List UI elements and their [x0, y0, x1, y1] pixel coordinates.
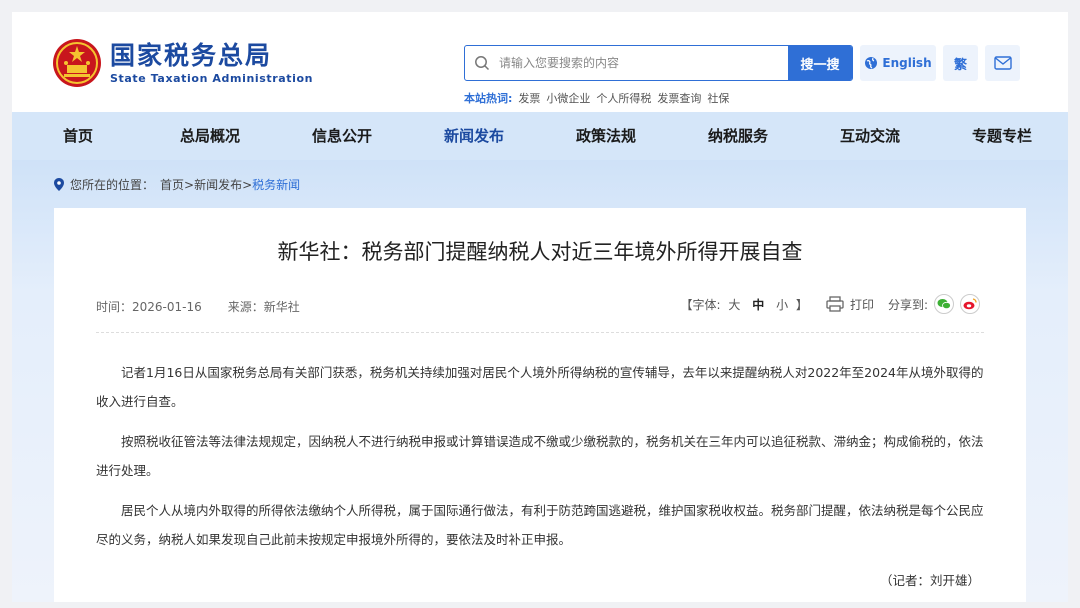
meta-divider	[96, 332, 984, 333]
header: 国家税务总局 State Taxation Administration 搜一搜…	[12, 12, 1068, 112]
traditional-chinese-button[interactable]: 繁	[943, 45, 978, 81]
search-button[interactable]: 搜一搜	[788, 46, 852, 80]
nav-item-overview[interactable]: 总局概况	[144, 112, 276, 160]
page: 国家税务总局 State Taxation Administration 搜一搜…	[12, 12, 1068, 602]
logo-title-cn: 国家税务总局	[110, 41, 273, 70]
article-tools: 【字体: 大 中 小 】 打印 分享到:	[681, 294, 980, 314]
publish-time: 时间：2026-01-16	[96, 300, 202, 314]
article-author: （记者：刘开雄）	[879, 573, 980, 588]
mail-icon	[993, 56, 1012, 70]
article-paragraph: 按照税收征管法等法律法规规定，因纳税人不进行纳税申报或计算错误造成不缴或少缴税款…	[96, 434, 984, 478]
nav-item-info-disclosure[interactable]: 信息公开	[276, 112, 408, 160]
globe-icon	[865, 57, 878, 69]
breadcrumb-prefix: 您所在的位置：	[70, 178, 155, 192]
font-size-small[interactable]: 小	[776, 298, 788, 312]
nav-item-home[interactable]: 首页	[12, 112, 144, 160]
mail-button[interactable]	[985, 45, 1020, 81]
hot-words-label: 本站热词:	[464, 92, 513, 105]
share-controls: 分享到:	[888, 294, 980, 314]
print-label: 打印	[849, 297, 874, 312]
national-emblem-icon	[53, 39, 101, 87]
breadcrumb-current[interactable]: 税务新闻	[252, 176, 300, 193]
nav-item-news[interactable]: 新闻发布	[408, 112, 540, 160]
site-logo[interactable]: 国家税务总局 State Taxation Administration	[52, 38, 313, 88]
font-size-medium[interactable]: 中	[752, 298, 764, 312]
nav-item-tax-service[interactable]: 纳税服务	[672, 112, 804, 160]
article-meta: 时间：2026-01-16 来源：新华社	[96, 298, 300, 315]
printer-icon	[826, 296, 844, 312]
article-paragraph: 居民个人从境内外取得的所得依法缴纳个人所得税，属于国际通行做法，有利于防范跨国逃…	[96, 503, 984, 547]
font-label-open: 【字体:	[680, 297, 721, 312]
hot-word-link[interactable]: 小微企业	[546, 90, 590, 106]
weibo-share-button[interactable]	[960, 294, 980, 314]
nav-item-special-topics[interactable]: 专题专栏	[936, 112, 1068, 160]
hot-word-link[interactable]: 发票查询	[657, 90, 701, 106]
breadcrumb: 您所在的位置： 首页>新闻发布> 税务新闻	[54, 176, 300, 193]
wechat-icon	[937, 299, 951, 310]
font-size-controls: 【字体: 大 中 小 】	[681, 296, 808, 313]
article: 新华社：税务部门提醒纳税人对近三年境外所得开展自查 时间：2026-01-16 …	[54, 208, 1026, 602]
weibo-icon	[963, 298, 977, 310]
hot-word-link[interactable]: 发票	[518, 90, 540, 106]
hot-word-link[interactable]: 个人所得税	[596, 90, 651, 106]
logo-title-en: State Taxation Administration	[110, 72, 314, 85]
english-button[interactable]: English	[860, 45, 936, 81]
article-paragraph: 记者1月16日从国家税务总局有关部门获悉，税务机关持续加强对居民个人境外所得纳税…	[96, 365, 984, 409]
main-nav: 首页 总局概况 信息公开 新闻发布 政策法规 纳税服务 互动交流 专题专栏	[12, 112, 1068, 160]
print-button[interactable]: 打印	[826, 296, 874, 313]
hot-words: 本站热词: 发票 小微企业 个人所得税 发票查询 社保	[464, 90, 729, 106]
location-pin-icon	[54, 178, 64, 191]
font-size-large[interactable]: 大	[728, 298, 740, 312]
share-label: 分享到:	[887, 297, 928, 312]
article-source: 来源：新华社	[227, 300, 300, 314]
english-label: English	[882, 56, 932, 70]
font-label-close: 】	[795, 297, 808, 312]
hot-word-link[interactable]: 社保	[707, 90, 729, 106]
wechat-share-button[interactable]	[934, 294, 954, 314]
search-input[interactable]	[499, 46, 788, 80]
search-icon	[465, 46, 499, 80]
article-body: 记者1月16日从国家税务总局有关部门获悉，税务机关持续加强对居民个人境外所得纳税…	[96, 358, 986, 565]
search-bar: 搜一搜	[464, 45, 853, 81]
nav-item-interaction[interactable]: 互动交流	[804, 112, 936, 160]
breadcrumb-path[interactable]: 首页>新闻发布>	[160, 176, 252, 193]
article-title: 新华社：税务部门提醒纳税人对近三年境外所得开展自查	[277, 240, 803, 264]
nav-item-policy[interactable]: 政策法规	[540, 112, 672, 160]
